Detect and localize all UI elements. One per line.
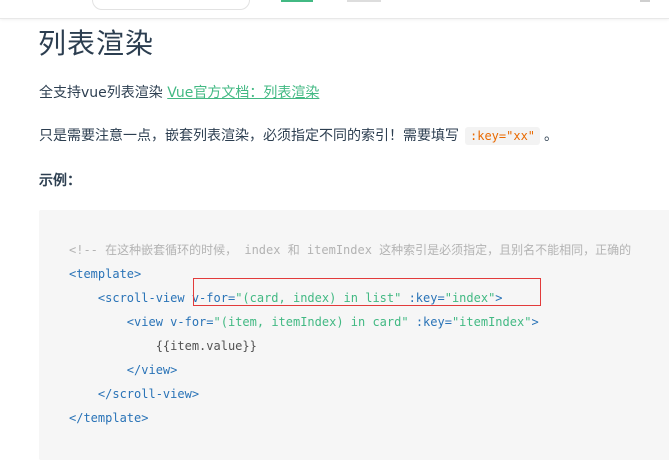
code-line: <template> [69,266,141,282]
page-title: 列表渲染 [38,27,155,60]
code-string: "(card, index) in list" [235,291,402,305]
code-line: </view> [69,362,178,378]
code-attr: v-for= [170,315,214,329]
docs-page: 列表渲染 全支持vue列表渲染 Vue官方文档：列表渲染 只是需要注意一点，嵌套… [0,0,669,463]
nav-active-indicator [281,0,313,2]
code-line: <scroll-view v-for="(card, index) in lis… [69,290,503,306]
example-label: 示例： [39,173,81,189]
note-paragraph: 只是需要注意一点，嵌套列表渲染，必须指定不同的索引！需要填写 :key="xx"。 [39,126,558,146]
code-tag: <scroll-view [97,291,192,305]
code-string: "(item, itemIndex) in card" [213,315,409,329]
code-attr: :key= [408,315,452,329]
code-string: "itemIndex" [451,315,532,329]
code-block: <!-- 在这种嵌套循环的时候， index 和 itemIndex 这种索引是… [39,210,669,460]
search-input[interactable] [92,0,250,10]
code-tag: <template> [69,267,142,281]
top-navbar [0,0,669,19]
intro-paragraph: 全支持vue列表渲染 Vue官方文档：列表渲染 [39,83,319,103]
nav-item-indicator [347,0,381,2]
code-string: "index" [444,291,496,305]
code-tag: <view [126,315,171,329]
nav-item-indicator [640,0,650,2]
note-end: 。 [544,128,559,144]
code-tag: </scroll-view> [69,387,200,401]
code-line: <!-- 在这种嵌套循环的时候， index 和 itemIndex 这种索引是… [69,242,631,258]
code-tag: </template> [69,411,149,425]
code-text: {{item.value}} [69,339,257,353]
code-line: </scroll-view> [69,386,199,402]
code-attr: v-for= [191,291,236,305]
note-text: 只是需要注意一点，嵌套列表渲染，必须指定不同的索引！需要填写 [39,128,459,144]
code-tag: > [531,315,539,329]
code-line: {{item.value}} [69,338,257,354]
vue-docs-link[interactable]: Vue官方文档：列表渲染 [167,85,319,101]
code-line: <view v-for="(item, itemIndex) in card" … [69,314,539,330]
code-line: </template> [69,410,148,426]
intro-text: 全支持vue列表渲染 [39,85,168,101]
code-tag: </view> [69,363,178,377]
code-attr: :key= [401,291,445,305]
code-tag: > [495,291,503,305]
inline-code-key: :key="xx" [465,127,541,145]
code-comment: <!-- 在这种嵌套循环的时候， index 和 itemIndex 这种索引是… [69,243,632,257]
